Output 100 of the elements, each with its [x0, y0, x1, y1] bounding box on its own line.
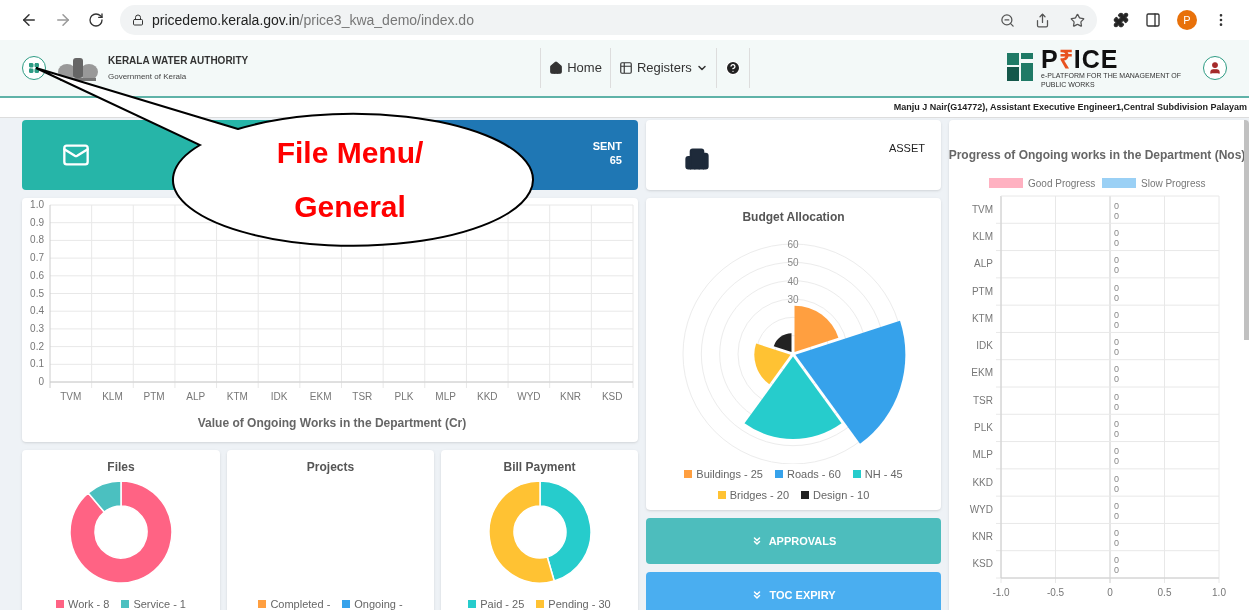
data-label: 0	[1114, 391, 1119, 402]
data-label: 0	[1114, 347, 1119, 358]
organization-subtitle: Government of Kerala	[108, 71, 188, 83]
url-text: pricedemo.kerala.gov.in/price3_kwa_demo/index.do	[152, 10, 475, 30]
help-icon	[724, 60, 741, 76]
axis-category-label: PLK	[974, 421, 993, 433]
axis-tick-label: 0.2	[30, 340, 44, 352]
scale-label: 50	[787, 257, 799, 269]
card-title: Budget Allocation	[742, 209, 845, 226]
data-label: 0	[1114, 528, 1119, 539]
axis-tick-label: 0.5	[1157, 587, 1172, 598]
axis-tick-label: 0.1	[30, 358, 44, 370]
data-label: 0	[1114, 255, 1119, 266]
scale-label: 60	[787, 239, 799, 250]
registers-menu[interactable]: Registers	[610, 48, 717, 88]
axis-tick-label: 1.0	[30, 199, 44, 210]
legend-label: Bridges - 20	[729, 487, 789, 503]
address-bar[interactable]: pricedemo.kerala.gov.in/price3_kwa_demo/index.do	[120, 5, 1097, 35]
axis-category-label: KTM	[971, 312, 993, 324]
data-label: 0	[1114, 374, 1119, 385]
forward-icon[interactable]	[54, 11, 72, 29]
lock-icon	[132, 14, 144, 26]
axis-category-label: PLK	[394, 391, 414, 402]
user-button[interactable]	[1203, 56, 1227, 80]
axis-tick-label: 0.3	[30, 322, 44, 334]
axis-category-label: KKD	[476, 391, 498, 402]
axis-category-label: TSR	[352, 391, 373, 402]
data-label: 0	[1114, 364, 1119, 375]
back-icon[interactable]	[20, 11, 38, 29]
axis-category-label: KSD	[972, 558, 993, 570]
share-icon[interactable]	[1035, 12, 1050, 28]
axis-tick-label: -1.0	[992, 587, 1010, 598]
data-label: 0	[1114, 292, 1119, 303]
axis-category-label: KNR	[559, 391, 582, 402]
axis-category-label: TSR	[973, 394, 993, 406]
data-label: 0	[1114, 538, 1119, 549]
data-label: 0	[1114, 418, 1119, 429]
axis-category-label: ALP	[186, 391, 206, 402]
axis-category-label: PTM	[143, 391, 165, 402]
asset-card[interactable]: ASSET	[646, 120, 941, 190]
data-label: 0	[1114, 401, 1119, 412]
legend-label: Design - 10	[813, 487, 870, 503]
table-icon	[618, 61, 633, 75]
axis-tick-label: -0.5	[1046, 587, 1065, 598]
axis-category-label: IDK	[976, 340, 993, 352]
data-label: 0	[1114, 265, 1119, 276]
legend-label: Buildings - 25	[696, 467, 763, 482]
legend-label: Ongoing -	[354, 597, 403, 610]
legend-label: Completed -	[270, 597, 331, 610]
legend-label: Service - 1	[133, 597, 186, 610]
data-label: 0	[1114, 237, 1119, 248]
axis-category-label: EKM	[971, 367, 993, 379]
data-label: 0	[1114, 473, 1119, 484]
grid-icon	[28, 62, 40, 74]
data-label: 0	[1114, 446, 1119, 457]
zoom-icon[interactable]	[1000, 12, 1015, 28]
axis-tick-label: 0.5	[30, 287, 44, 299]
legend-label: NH - 45	[864, 467, 903, 482]
data-label: 0	[1114, 210, 1119, 221]
organization-name: KERALA WATER AUTHORITY	[108, 54, 249, 68]
data-label: 0	[1114, 200, 1119, 211]
home-link[interactable]: Home	[541, 48, 611, 88]
axis-tick-label: 0.4	[30, 305, 44, 317]
home-icon	[549, 61, 564, 75]
building-icon	[684, 146, 710, 172]
data-label: 0	[1114, 428, 1119, 439]
scrollbar[interactable]	[1244, 120, 1249, 340]
axis-category-label: KSD	[601, 391, 623, 402]
axis-category-label: TVM	[971, 203, 993, 215]
scale-label: 40	[787, 275, 799, 287]
reload-icon[interactable]	[88, 12, 104, 28]
axis-category-label: KTM	[226, 391, 248, 402]
axis-tick-label: 0	[1107, 587, 1113, 598]
data-label: 0	[1114, 510, 1119, 521]
legend-label: Paid - 25	[480, 597, 525, 610]
axis-tick-label: 0	[38, 376, 44, 387]
axis-category-label: IDK	[270, 391, 288, 402]
axis-tick-label: 0.8	[30, 234, 44, 246]
data-label: 0	[1114, 565, 1119, 576]
legend-label: Work - 8	[68, 597, 110, 610]
menu-button[interactable]	[22, 56, 46, 80]
axis-category-label: TVM	[60, 391, 82, 402]
user-icon	[1208, 61, 1222, 75]
legend-label: Pending - 30	[548, 597, 611, 610]
data-label: 0	[1114, 555, 1119, 566]
card-title: Bill Payment	[503, 459, 576, 476]
puzzle-icon[interactable]	[1113, 12, 1129, 28]
axis-tick-label: 0.9	[30, 216, 44, 228]
axis-tick-label: 0.6	[30, 269, 44, 281]
data-label: 0	[1114, 456, 1119, 467]
axis-category-label: MLP	[435, 391, 456, 402]
axis-category-label: KKD	[972, 476, 993, 488]
axis-category-label: KLM	[972, 230, 993, 242]
scale-label: 30	[787, 294, 799, 305]
axis-tick-label: 0.7	[30, 252, 44, 264]
side-panel-icon[interactable]	[1145, 12, 1161, 28]
card-title: Projects	[306, 459, 355, 476]
axis-title: Value of Ongoing Works in the Department (Cr)	[197, 416, 467, 430]
star-icon[interactable]	[1070, 12, 1085, 28]
axis-category-label: WYD	[969, 503, 993, 515]
